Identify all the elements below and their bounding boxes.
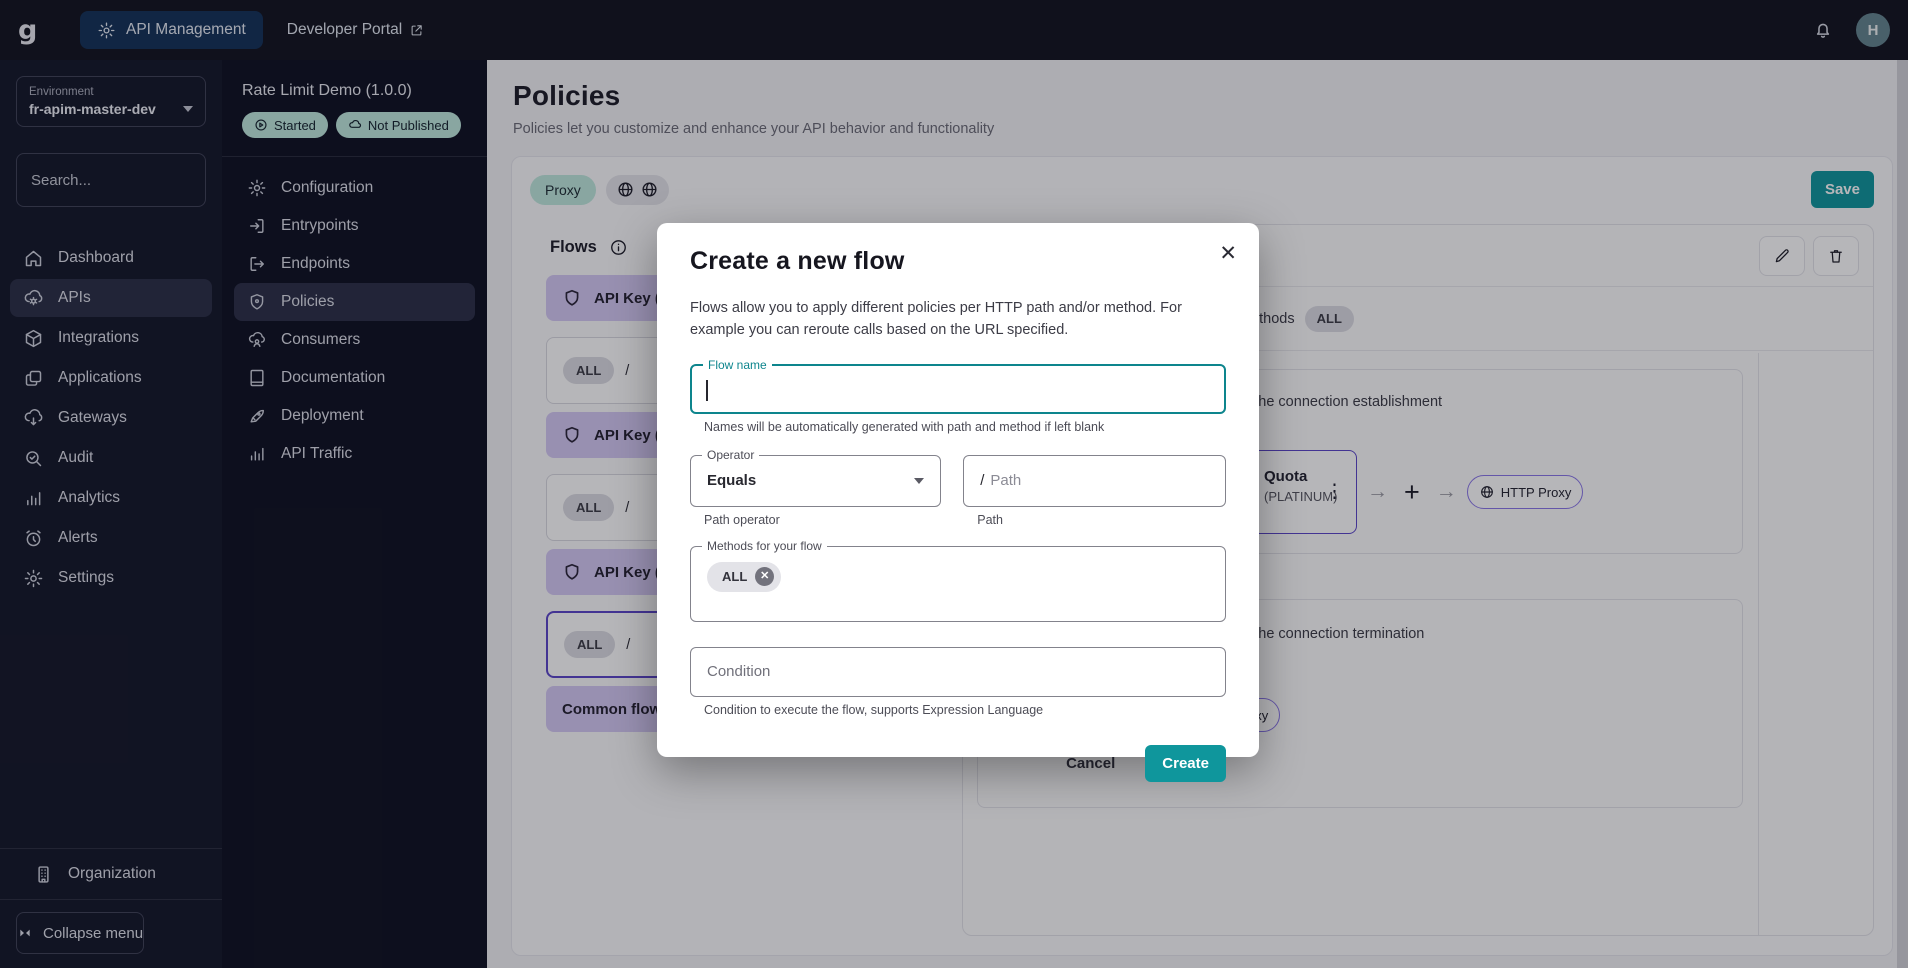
remove-chip-icon[interactable]: ✕ [755, 567, 774, 586]
operator-label: Operator [702, 448, 759, 462]
create-flow-modal: Create a new flow ✕ Flows allow you to a… [657, 223, 1259, 757]
operator-select[interactable]: Operator Equals [690, 455, 941, 507]
condition-helper: Condition to execute the flow, supports … [704, 703, 1226, 717]
flow-name-helper: Names will be automatically generated wi… [704, 420, 1226, 434]
flow-name-field[interactable]: Flow name [690, 364, 1226, 414]
text-caret [706, 380, 708, 401]
methods-field[interactable]: Methods for your flow ALL ✕ [690, 546, 1226, 622]
operator-helper: Path operator [704, 513, 941, 527]
modal-title: Create a new flow [690, 247, 1226, 276]
path-prefix: / [980, 472, 984, 489]
path-helper: Path [977, 513, 1226, 527]
modal-description: Flows allow you to apply different polic… [690, 297, 1210, 342]
path-placeholder: Path [990, 472, 1021, 489]
operator-value: Equals [707, 472, 756, 489]
method-chip-all: ALL ✕ [707, 562, 781, 592]
path-field[interactable]: / Path [963, 455, 1226, 507]
flow-name-label: Flow name [703, 358, 772, 372]
close-icon[interactable]: ✕ [1219, 243, 1237, 264]
cancel-button[interactable]: Cancel [1050, 745, 1131, 782]
method-chip-label: ALL [722, 569, 747, 584]
create-button[interactable]: Create [1145, 745, 1226, 782]
condition-field[interactable] [690, 647, 1226, 697]
chevron-down-icon [914, 478, 924, 484]
methods-field-label: Methods for your flow [702, 539, 827, 553]
condition-input[interactable] [707, 663, 1209, 680]
